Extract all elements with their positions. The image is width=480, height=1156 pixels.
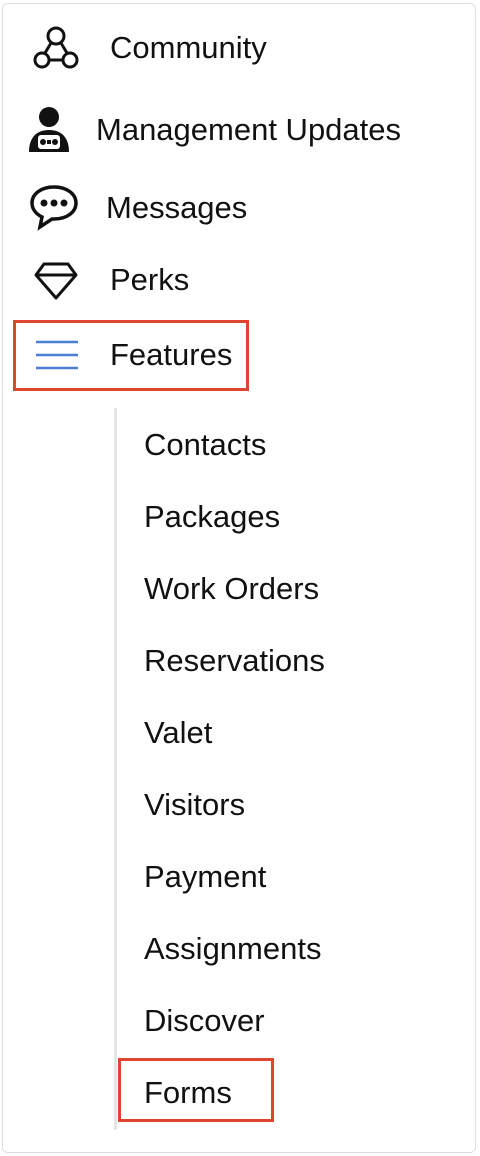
submenu-divider xyxy=(114,408,117,1130)
submenu-item-packages[interactable]: Packages xyxy=(144,495,280,539)
submenu-item-forms[interactable]: Forms xyxy=(144,1071,232,1115)
submenu-item-visitors[interactable]: Visitors xyxy=(144,783,245,827)
nav-label-community: Community xyxy=(110,30,267,65)
nav-item-community[interactable]: Community xyxy=(0,20,330,76)
nav-label-perks: Perks xyxy=(110,262,190,297)
submenu-item-work-orders[interactable]: Work Orders xyxy=(144,567,319,611)
nav-item-messages[interactable]: Messages xyxy=(0,180,330,236)
nav-label-management-updates: Management Updates xyxy=(96,112,402,147)
nav-item-perks[interactable]: Perks xyxy=(0,252,330,308)
nav-item-features[interactable]: Features xyxy=(0,327,240,383)
submenu-item-assignments[interactable]: Assignments xyxy=(144,927,321,971)
chat-bubble-icon xyxy=(28,183,80,233)
submenu-item-discover[interactable]: Discover xyxy=(144,999,265,1043)
submenu-item-valet[interactable]: Valet xyxy=(144,711,212,755)
diamond-icon xyxy=(32,258,80,302)
nav-label-messages: Messages xyxy=(106,190,248,225)
submenu-item-contacts[interactable]: Contacts xyxy=(144,423,266,467)
nav-label-features: Features xyxy=(110,337,233,372)
hamburger-menu-icon xyxy=(34,335,80,375)
community-icon xyxy=(30,22,82,74)
submenu-item-payment[interactable]: Payment xyxy=(144,855,266,899)
nav-item-management-updates[interactable]: Management Updates xyxy=(0,102,460,158)
management-person-icon xyxy=(26,104,72,156)
submenu-item-reservations[interactable]: Reservations xyxy=(144,639,325,683)
